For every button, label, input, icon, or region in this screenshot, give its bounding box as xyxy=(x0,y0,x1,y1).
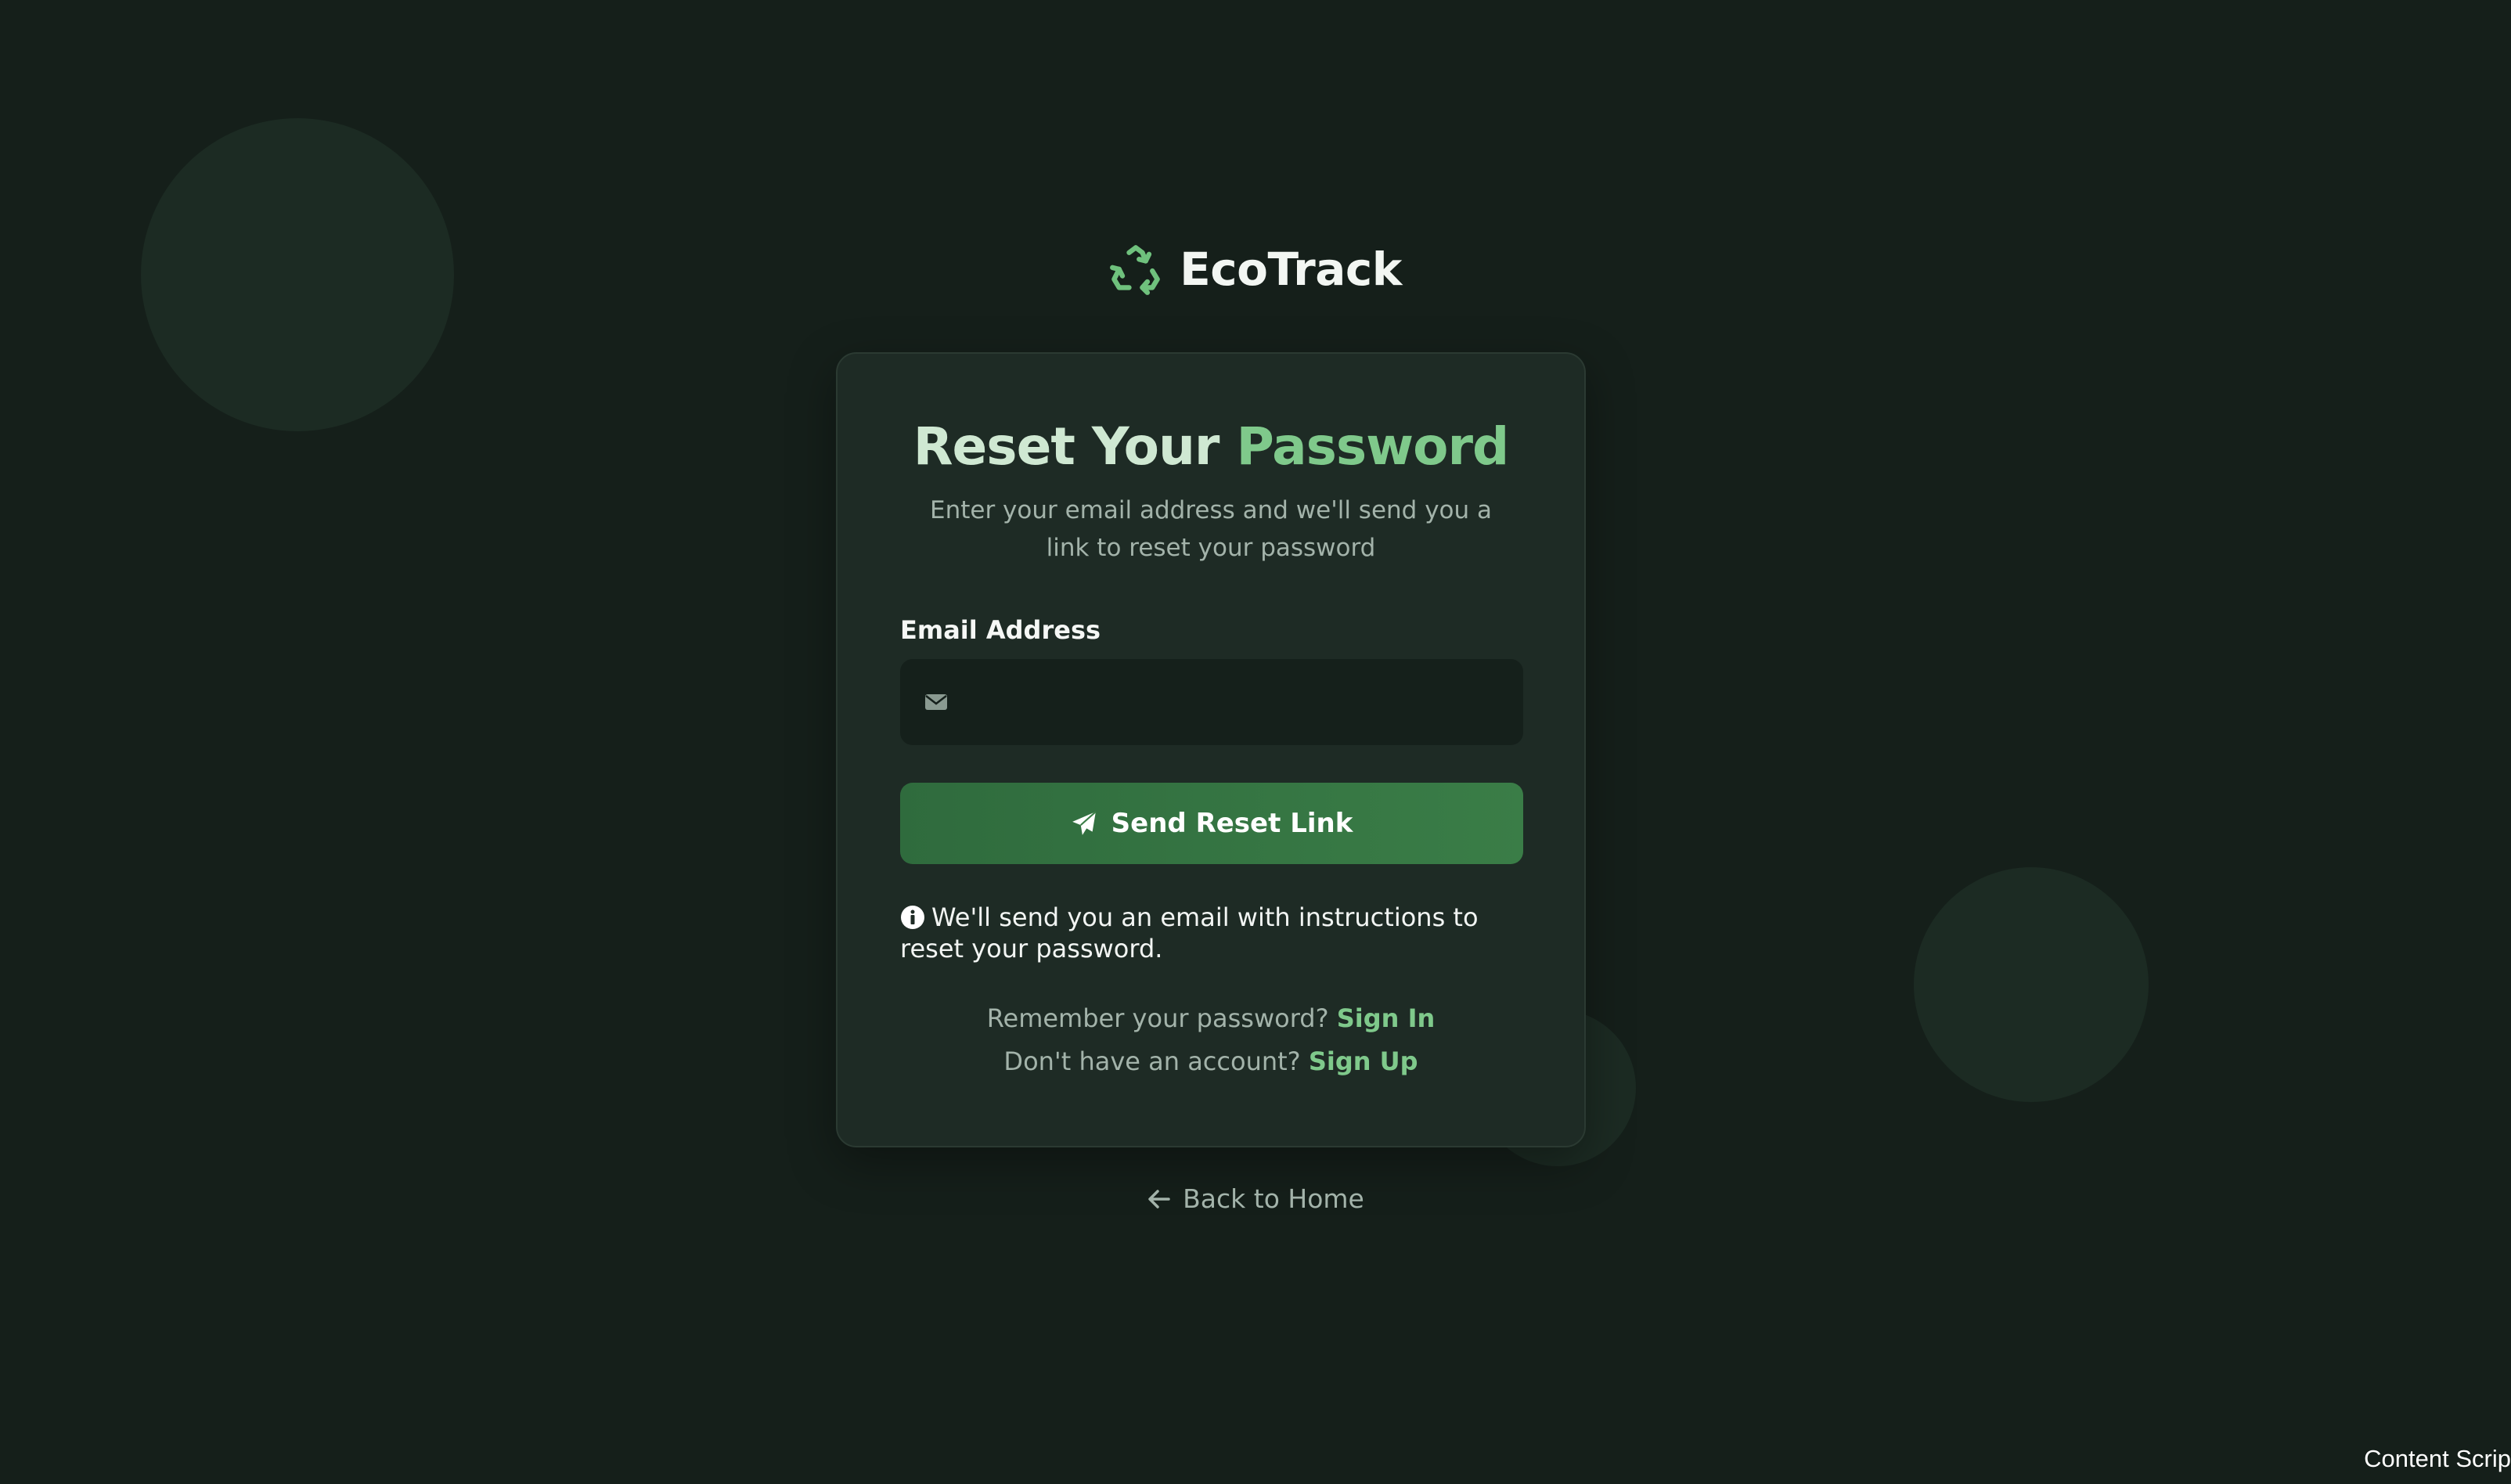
page-subtitle: Enter your email address and we'll send … xyxy=(929,496,1493,562)
title-text: Reset Your xyxy=(913,416,1220,477)
sign-up-row: Don't have an account? Sign Up xyxy=(838,1040,1584,1083)
account-links: Remember your password? Sign In Don't ha… xyxy=(838,997,1584,1083)
brand-header: EcoTrack xyxy=(0,243,2511,296)
paper-plane-icon xyxy=(1072,811,1097,835)
recycle-icon xyxy=(1110,245,1160,295)
info-note: We'll send you an email with instruction… xyxy=(900,902,1523,964)
brand-name: EcoTrack xyxy=(1180,243,1402,296)
send-reset-link-button[interactable]: Send Reset Link xyxy=(900,783,1523,864)
decorative-circle xyxy=(1914,867,2149,1102)
sign-in-link[interactable]: Sign In xyxy=(1337,1003,1436,1033)
reset-password-card: Reset Your Password Enter your email add… xyxy=(836,352,1586,1147)
info-circle-icon xyxy=(901,906,924,929)
sign-in-row: Remember your password? Sign In xyxy=(838,997,1584,1040)
back-link-label: Back to Home xyxy=(1183,1183,1364,1214)
envelope-icon xyxy=(925,694,947,710)
page-title: Reset Your Password xyxy=(838,416,1584,477)
send-button-label: Send Reset Link xyxy=(1111,808,1353,839)
email-label: Email Address xyxy=(900,615,1101,645)
content-script-label: Content Scrip xyxy=(2364,1445,2511,1472)
sign-up-link[interactable]: Sign Up xyxy=(1309,1046,1418,1076)
title-accent-text: Password xyxy=(1236,416,1509,477)
no-account-text: Don't have an account? xyxy=(1003,1046,1301,1076)
email-input[interactable] xyxy=(971,659,1514,747)
email-field-wrapper xyxy=(900,659,1523,747)
remember-text: Remember your password? xyxy=(986,1003,1329,1033)
info-text: We'll send you an email with instruction… xyxy=(900,902,1479,964)
back-to-home-link[interactable]: Back to Home xyxy=(0,1183,2511,1214)
arrow-left-icon xyxy=(1148,1189,1170,1208)
